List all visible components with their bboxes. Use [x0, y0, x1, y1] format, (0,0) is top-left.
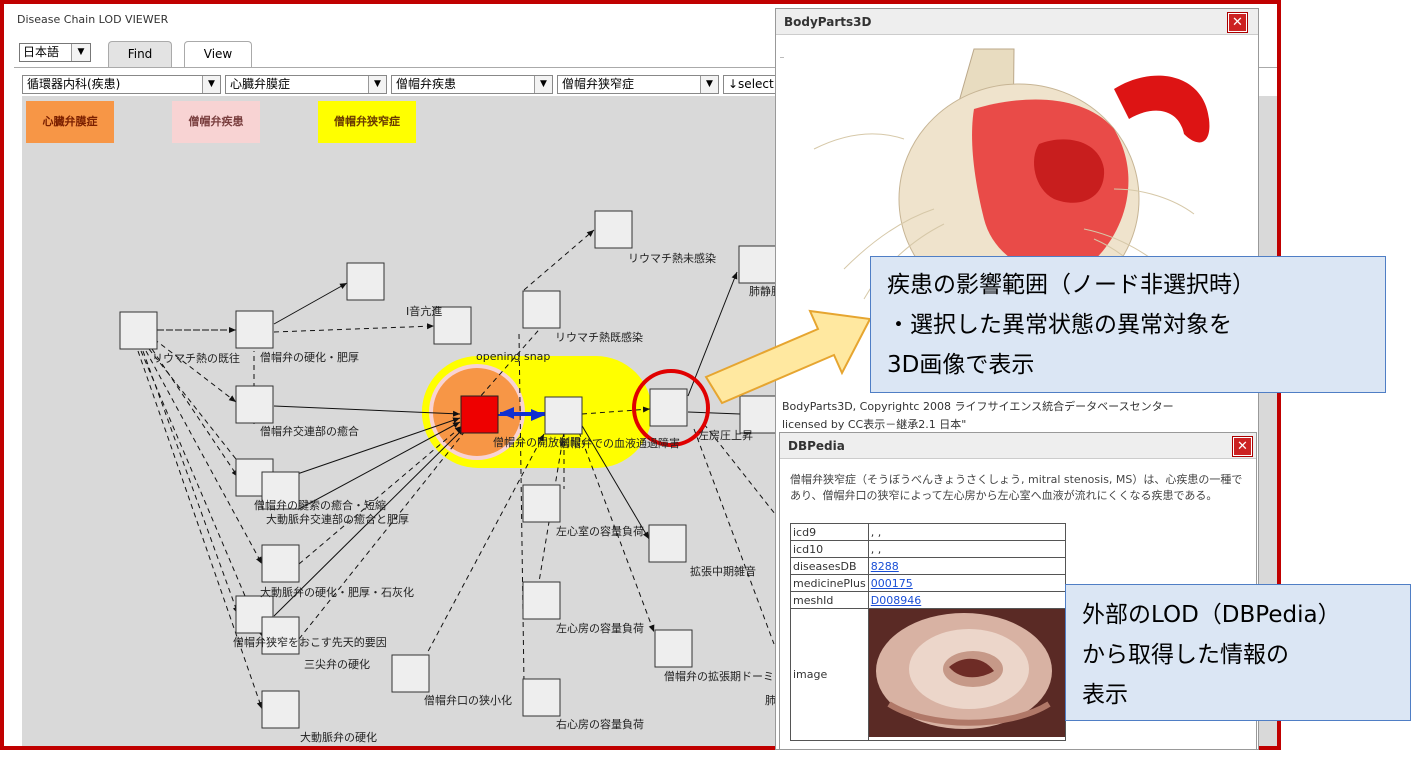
graph-node-selected[interactable]	[460, 395, 499, 434]
graph-edge	[523, 229, 595, 291]
node-label: 右心房の容量負荷	[556, 717, 644, 731]
table-row: medicinePlus 000175	[790, 574, 1066, 592]
graph-node[interactable]	[738, 245, 777, 284]
table-value: 8288	[867, 557, 1066, 575]
node-label: 僧帽弁の腱索の癒合・短縮	[254, 498, 386, 512]
table-value: , ,	[867, 540, 1066, 558]
table-value	[867, 608, 1066, 741]
callout-lod-line2: から取得した情報の	[1082, 642, 1289, 668]
graph-edge	[298, 429, 467, 640]
table-key: image	[790, 608, 869, 741]
callout-lod-line3: 表示	[1082, 682, 1128, 708]
node-label: 僧帽弁での血液通過障害	[559, 436, 680, 450]
table-row: image	[790, 608, 1066, 741]
node-label: 三尖弁の硬化	[304, 657, 370, 671]
node-label: 左房圧上昇	[698, 429, 753, 442]
node-label: 僧帽弁の硬化・肥厚	[260, 350, 359, 364]
graph-node[interactable]	[235, 385, 274, 424]
graph-node[interactable]	[119, 311, 158, 350]
graph-node[interactable]	[522, 678, 561, 717]
graph-node[interactable]	[594, 210, 633, 249]
callout-arrow	[704, 309, 872, 405]
meshid-link[interactable]: D008946	[871, 594, 921, 607]
node-label: 僧帽弁狭窄をおこす先天的要因	[233, 635, 387, 649]
graph-node[interactable]	[544, 396, 583, 435]
graph-node[interactable]	[391, 654, 430, 693]
graph-edge	[273, 282, 348, 325]
table-value: , ,	[867, 523, 1066, 541]
node-label: 左心房の容量負荷	[556, 621, 644, 635]
node-label: 大動脈弁の硬化・肥厚・石灰化	[260, 585, 414, 599]
table-row: meshId D008946	[790, 591, 1066, 609]
table-row: icd10 , ,	[790, 540, 1066, 558]
table-row: icd9 , ,	[790, 523, 1066, 541]
table-key: icd9	[790, 523, 869, 541]
callout-scope-line2: ・選択した異常状態の異常対象を	[887, 312, 1232, 338]
graph-node[interactable]	[654, 629, 693, 668]
node-label: 拡張中期雑音	[690, 564, 756, 578]
callout-lod: 外部のLOD（DBPedia） から取得した情報の 表示	[1065, 584, 1411, 721]
table-key: medicinePlus	[790, 574, 869, 592]
table-row: diseasesDB 8288	[790, 557, 1066, 575]
node-label: opening snap	[476, 350, 550, 363]
table-key: icd10	[790, 540, 869, 558]
table-value: 000175	[867, 574, 1066, 592]
graph-edge	[273, 323, 435, 333]
diseasesdb-link[interactable]: 8288	[871, 560, 899, 573]
close-icon[interactable]: ✕	[1228, 13, 1247, 32]
node-label: リウマチ熱未感染	[628, 251, 716, 265]
graph-node[interactable]	[522, 484, 561, 523]
node-label: 僧帽弁交連部の癒合	[260, 424, 359, 438]
callout-lod-line1: 外部のLOD（DBPedia）	[1082, 602, 1341, 628]
graph-node[interactable]	[261, 544, 300, 583]
bodyparts-credit-2: licensed by CC表示－継承2.1 日本"	[782, 418, 967, 431]
graph-edge	[145, 350, 263, 565]
callout-scope: 疾患の影響範囲（ノード非選択時） ・選択した異常状態の異常対象を 3D画像で表示	[870, 256, 1386, 393]
graph-node[interactable]	[648, 524, 687, 563]
node-label: リウマチ熱既感染	[555, 330, 643, 344]
node-label: 大動脈弁交連部の癒合と肥厚	[266, 512, 409, 526]
graph-node[interactable]	[346, 262, 385, 301]
close-icon[interactable]: ✕	[1233, 437, 1252, 456]
node-label: I音亢進	[406, 304, 442, 318]
table-key: meshId	[790, 591, 869, 609]
graph-node[interactable]	[261, 690, 300, 729]
dbpedia-table: icd9 , , icd10 , , diseasesDB 8288 medic…	[790, 523, 1066, 741]
graph-node[interactable]	[522, 581, 561, 620]
bodyparts-title: BodyParts3D	[776, 9, 1258, 35]
table-value: D008946	[867, 591, 1066, 609]
graph-edge	[687, 411, 741, 415]
medicineplus-link[interactable]: 000175	[871, 577, 913, 590]
callout-scope-line1: 疾患の影響範囲（ノード非選択時）	[887, 272, 1255, 298]
graph-node[interactable]	[522, 290, 561, 329]
node-label: 僧帽弁口の狭小化	[424, 693, 512, 707]
callout-scope-line3: 3D画像で表示	[887, 352, 1035, 378]
graph-node[interactable]	[649, 388, 688, 427]
graph-node[interactable]	[235, 310, 274, 349]
node-label: リウマチ熱の既往	[152, 351, 240, 365]
valve-photo	[868, 609, 1065, 737]
graph-edge	[298, 425, 463, 565]
dbpedia-description: 僧帽弁狭窄症（そうぼうべんきょうさくしょう, mitral stenosis, …	[790, 473, 1243, 502]
graph-edge	[142, 350, 239, 615]
table-key: diseasesDB	[790, 557, 869, 575]
dbpedia-title: DBPedia	[780, 433, 1256, 459]
node-label: 左心室の容量負荷	[556, 524, 644, 538]
node-label: 大動脈弁の硬化	[300, 730, 377, 744]
